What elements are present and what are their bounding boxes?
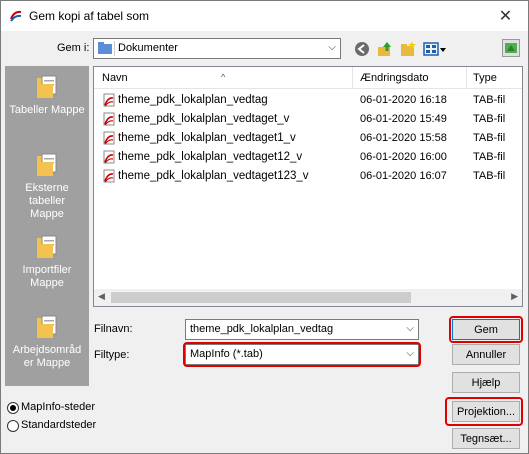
projection-button[interactable]: Projektion... bbox=[452, 401, 520, 422]
file-name: theme_pdk_lokalplan_vedtag bbox=[118, 94, 268, 106]
place-eksterne[interactable]: Eksterne tabeller Mappe bbox=[5, 152, 89, 221]
chevron-down-icon[interactable]: ⌵ bbox=[406, 348, 414, 359]
cancel-button-label: Annuller bbox=[465, 348, 507, 361]
file-date: 06-01-2020 16:07 bbox=[360, 170, 447, 182]
folder-icon bbox=[98, 42, 112, 54]
filetype-label: Filtype: bbox=[94, 349, 130, 361]
file-name: theme_pdk_lokalplan_vedtaget123_v bbox=[118, 170, 309, 182]
place-label: Tabeller Mappe bbox=[9, 104, 85, 116]
up-folder-icon[interactable] bbox=[377, 41, 393, 57]
places-bar: Tabeller Mappe Eksterne tabeller Mappe I… bbox=[5, 66, 89, 386]
filename-label: Filnavn: bbox=[94, 323, 133, 335]
scroll-left-icon[interactable]: ◀ bbox=[98, 291, 105, 302]
tab-file-icon bbox=[103, 150, 115, 164]
window-title: Gem kopi af tabel som bbox=[29, 9, 150, 23]
radio-dot[interactable] bbox=[7, 420, 19, 432]
column-divider bbox=[466, 67, 467, 89]
tab-file-icon bbox=[103, 131, 115, 145]
place-importfiler[interactable]: Importfiler Mappe bbox=[5, 234, 89, 290]
help-button-label: Hjælp bbox=[471, 376, 501, 389]
cancel-button[interactable]: Annuller bbox=[452, 344, 520, 365]
save-button-label: Gem bbox=[474, 323, 498, 336]
projection-button-label: Projektion... bbox=[456, 405, 516, 418]
file-row[interactable]: theme_pdk_lokalplan_vedtaget1_v 06-01-20… bbox=[94, 129, 522, 148]
save-dialog: Gem kopi af tabel som ✕ Gem i: Dokumente… bbox=[0, 0, 529, 454]
file-row[interactable]: theme_pdk_lokalplan_vedtaget12_v 06-01-2… bbox=[94, 148, 522, 167]
file-type: TAB-fil bbox=[473, 113, 506, 125]
title-bar: Gem kopi af tabel som ✕ bbox=[1, 1, 528, 31]
filename-value: theme_pdk_lokalplan_vedtag bbox=[190, 323, 334, 335]
folder-document-icon bbox=[37, 153, 57, 176]
file-row[interactable]: theme_pdk_lokalplan_vedtag 06-01-2020 16… bbox=[94, 91, 522, 110]
file-date: 06-01-2020 15:49 bbox=[360, 113, 447, 125]
close-icon: ✕ bbox=[498, 8, 513, 25]
place-label: Eksterne tabeller Mappe bbox=[25, 182, 69, 220]
file-date: 06-01-2020 16:18 bbox=[360, 94, 447, 106]
column-header-type[interactable]: Type bbox=[473, 72, 497, 84]
file-list-header: ^ Navn Ændringsdato Type bbox=[94, 67, 522, 89]
filename-input[interactable]: theme_pdk_lokalplan_vedtag ⌵ bbox=[185, 319, 419, 340]
radio-label: Standardsteder bbox=[21, 419, 97, 431]
sort-ascending-icon: ^ bbox=[221, 72, 226, 82]
tool-icon[interactable] bbox=[502, 39, 520, 57]
file-name: theme_pdk_lokalplan_vedtaget_v bbox=[118, 113, 290, 125]
file-date: 06-01-2020 15:58 bbox=[360, 132, 447, 144]
tab-file-icon bbox=[103, 112, 115, 126]
charset-button-label: Tegnsæt... bbox=[460, 432, 512, 445]
file-row[interactable]: theme_pdk_lokalplan_vedtaget123_v 06-01-… bbox=[94, 167, 522, 186]
file-type: TAB-fil bbox=[473, 151, 506, 163]
help-button[interactable]: Hjælp bbox=[452, 372, 520, 393]
file-type: TAB-fil bbox=[473, 132, 506, 144]
file-list[interactable]: ^ Navn Ændringsdato Type theme_pdk_lokal… bbox=[93, 66, 523, 307]
chevron-down-icon[interactable]: ⌵ bbox=[406, 323, 414, 334]
charset-button[interactable]: Tegnsæt... bbox=[452, 428, 520, 449]
close-button[interactable]: ✕ bbox=[483, 1, 528, 31]
new-folder-icon[interactable] bbox=[400, 41, 416, 57]
file-row[interactable]: theme_pdk_lokalplan_vedtaget_v 06-01-202… bbox=[94, 110, 522, 129]
scrollbar-thumb[interactable] bbox=[111, 292, 411, 303]
file-name: theme_pdk_lokalplan_vedtaget12_v bbox=[118, 151, 303, 163]
folder-document-icon bbox=[37, 235, 57, 258]
scroll-right-icon[interactable]: ▶ bbox=[511, 291, 518, 302]
chevron-down-icon: ⌵ bbox=[328, 42, 336, 53]
place-label: Importfiler Mappe bbox=[22, 264, 72, 289]
column-header-name[interactable]: Navn bbox=[102, 72, 128, 84]
separator bbox=[114, 41, 115, 56]
radio-label: MapInfo-steder bbox=[21, 401, 95, 413]
back-icon[interactable] bbox=[354, 41, 370, 57]
folder-document-icon bbox=[37, 315, 57, 338]
radio-dot[interactable] bbox=[7, 402, 19, 414]
column-header-date[interactable]: Ændringsdato bbox=[360, 72, 429, 84]
mapinfo-logo-icon bbox=[10, 10, 22, 22]
tab-file-icon bbox=[103, 169, 115, 183]
tab-file-icon bbox=[103, 93, 115, 107]
lookin-label: Gem i: bbox=[57, 42, 90, 54]
place-arbejdsomrader[interactable]: Arbejdsområd er Mappe bbox=[5, 314, 89, 370]
place-tabeller[interactable]: Tabeller Mappe bbox=[5, 74, 89, 117]
file-name: theme_pdk_lokalplan_vedtaget1_v bbox=[118, 132, 296, 144]
horizontal-scrollbar[interactable]: ◀ ▶ bbox=[94, 289, 522, 306]
view-menu-icon[interactable] bbox=[423, 41, 447, 57]
lookin-dropdown[interactable]: Dokumenter ⌵ bbox=[93, 38, 341, 59]
place-label: Arbejdsområd er Mappe bbox=[12, 344, 82, 369]
file-type: TAB-fil bbox=[473, 170, 506, 182]
folder-document-icon bbox=[37, 75, 57, 98]
lookin-value: Dokumenter bbox=[118, 42, 178, 54]
save-button[interactable]: Gem bbox=[452, 319, 520, 340]
filetype-dropdown[interactable]: MapInfo (*.tab) ⌵ bbox=[185, 344, 419, 365]
column-divider bbox=[352, 67, 353, 89]
file-type: TAB-fil bbox=[473, 94, 506, 106]
filetype-value: MapInfo (*.tab) bbox=[190, 348, 263, 360]
file-date: 06-01-2020 16:00 bbox=[360, 151, 447, 163]
